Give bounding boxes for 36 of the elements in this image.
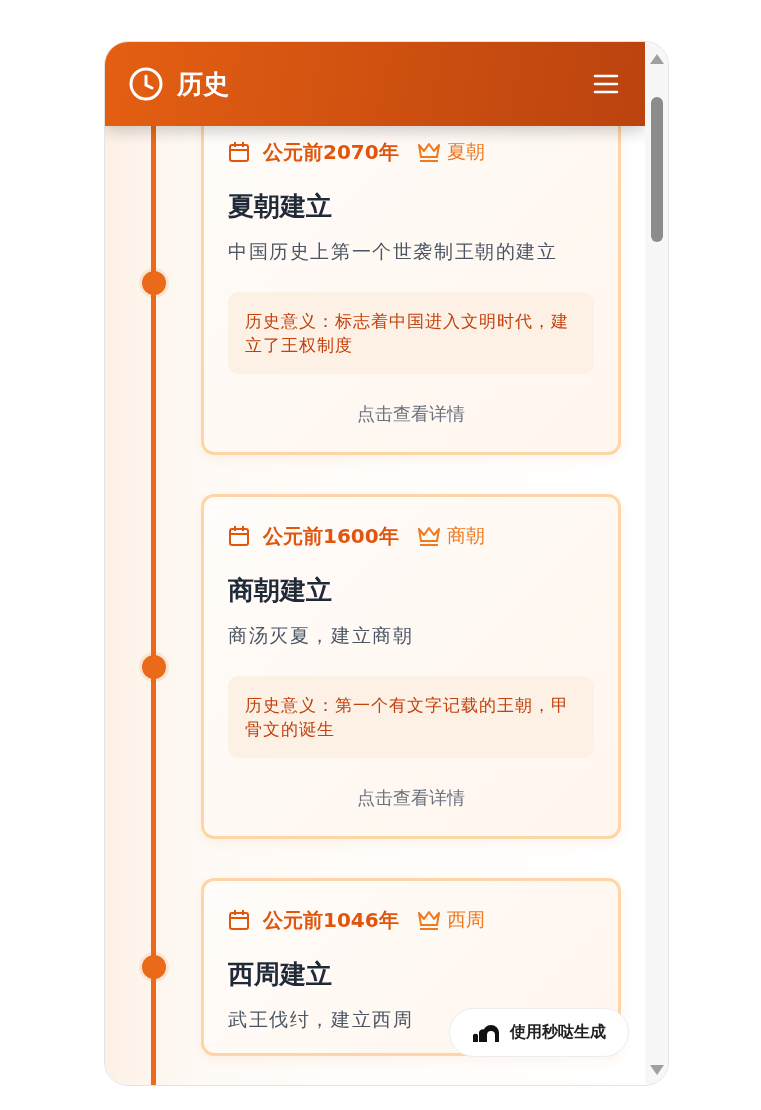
event-date: 公元前1600年 — [263, 522, 399, 550]
dynasty-label: 商朝 — [446, 523, 485, 548]
crown-icon — [416, 141, 441, 163]
event-date: 公元前1046年 — [263, 906, 399, 934]
event-title: 夏朝建立 — [228, 190, 333, 223]
scroll-down-icon[interactable] — [649, 1065, 664, 1075]
event-title: 西周建立 — [228, 958, 333, 991]
event-description: 商汤灭夏，建立商朝 — [228, 623, 414, 648]
details-link[interactable]: 点击查看详情 — [357, 786, 465, 810]
significance-note: 历史意义：第一个有文字记载的王朝，甲骨文的诞生 — [228, 676, 594, 758]
dynasty-label: 夏朝 — [446, 139, 485, 164]
event-description: 中国历史上第一个世袭制王朝的建立 — [228, 239, 558, 264]
scroll-thumb[interactable] — [650, 97, 663, 242]
timeline-dot — [141, 955, 166, 979]
generate-button[interactable]: 使用秒哒生成 — [449, 1008, 629, 1057]
significance-note: 历史意义：标志着中国进入文明时代，建立了王权制度 — [228, 292, 594, 374]
calendar-icon — [228, 909, 250, 931]
timeline-dot — [141, 270, 166, 295]
event-title: 商朝建立 — [228, 574, 333, 607]
menu-button[interactable] — [593, 73, 619, 95]
event-card[interactable]: 公元前1600年 商朝 商朝建立 商汤灭夏，建立商朝 历史意义：第一个有文字记载的王朝，甲骨文的诞生 点击查看详情 — [201, 494, 621, 839]
event-date: 公元前2070年 — [263, 138, 399, 166]
timeline-dot — [141, 654, 166, 679]
event-description: 武王伐纣，建立西周 — [228, 1007, 414, 1032]
clock-icon — [129, 67, 163, 101]
calendar-icon — [228, 525, 250, 547]
crown-icon — [416, 909, 441, 931]
logo-icon — [472, 1023, 500, 1042]
event-card[interactable]: 公元前2070年 夏朝 夏朝建立 中国历史上第一个世袭制王朝的建立 历史意义：标志着中国进入文明时代，建立了王权制度 点击查看详情 — [201, 126, 621, 455]
dynasty-label: 西周 — [446, 907, 485, 932]
crown-icon — [416, 525, 441, 547]
scroll-up-icon[interactable] — [649, 54, 664, 64]
calendar-icon — [228, 141, 250, 163]
scrollbar[interactable] — [645, 42, 668, 1085]
details-link[interactable]: 点击查看详情 — [357, 402, 465, 426]
header-title: 历史 — [177, 67, 230, 101]
